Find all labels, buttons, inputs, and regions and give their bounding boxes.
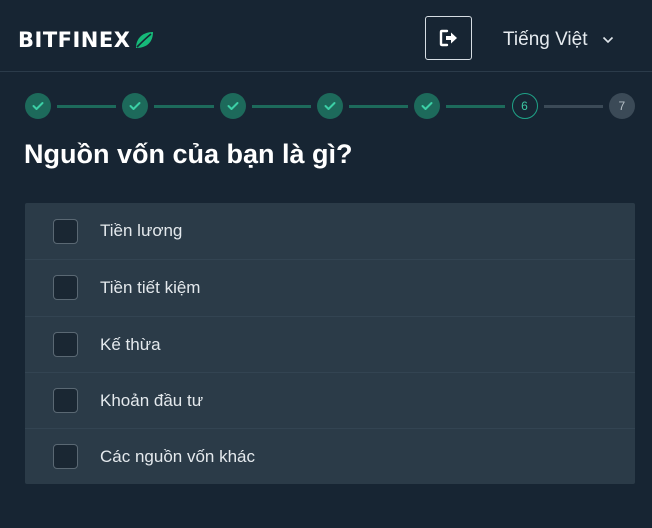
option-label: Các nguồn vốn khác bbox=[100, 446, 255, 466]
question-title: Nguồn vốn của bạn là gì? bbox=[24, 139, 353, 169]
step-6: 6 bbox=[511, 93, 538, 119]
logo-text: BITFINEX bbox=[18, 28, 131, 52]
leaf-icon bbox=[136, 32, 154, 48]
top-header: BITFINEX Tiếng Việt bbox=[0, 0, 652, 72]
checkbox[interactable] bbox=[53, 332, 78, 357]
sign-out-icon bbox=[439, 29, 457, 47]
step-1 bbox=[25, 93, 51, 119]
option-label: Tiền lương bbox=[100, 221, 183, 240]
language-label: Tiếng Việt bbox=[503, 29, 588, 50]
step-connector bbox=[446, 105, 506, 108]
step-connector bbox=[57, 105, 117, 108]
check-icon bbox=[129, 102, 141, 110]
step-2 bbox=[122, 93, 149, 119]
checkbox[interactable] bbox=[53, 444, 78, 469]
logout-button[interactable] bbox=[425, 16, 472, 60]
step-3 bbox=[219, 93, 246, 119]
option-label: Khoản đầu tư bbox=[100, 390, 204, 410]
step-connector bbox=[251, 105, 311, 108]
bitfinex-logo[interactable]: BITFINEX bbox=[18, 27, 155, 53]
chevron-down-icon bbox=[602, 36, 613, 44]
language-selector[interactable]: Tiếng Việt bbox=[503, 29, 614, 51]
step-7: 7 bbox=[608, 93, 635, 119]
check-icon bbox=[324, 102, 336, 110]
step-5 bbox=[414, 93, 441, 119]
progress-stepper: 67 bbox=[0, 92, 652, 120]
option-investment[interactable]: Khoản đầu tư bbox=[25, 372, 635, 428]
source-of-funds-options: Tiền lương Tiền tiết kiệm Kế thừa Khoản … bbox=[25, 203, 635, 484]
check-icon bbox=[32, 102, 44, 110]
check-icon bbox=[421, 102, 433, 110]
checkbox[interactable] bbox=[53, 388, 78, 413]
option-label: Kế thừa bbox=[100, 334, 161, 354]
option-salary[interactable]: Tiền lương bbox=[25, 203, 635, 259]
step-4 bbox=[316, 93, 343, 119]
step-connector bbox=[543, 105, 603, 108]
option-savings[interactable]: Tiền tiết kiệm bbox=[25, 259, 635, 315]
option-inheritance[interactable]: Kế thừa bbox=[25, 316, 635, 372]
checkbox[interactable] bbox=[53, 275, 78, 300]
step-number: 6 bbox=[521, 99, 528, 113]
check-icon bbox=[227, 102, 239, 110]
step-number: 7 bbox=[618, 99, 626, 113]
option-other-sources[interactable]: Các nguồn vốn khác bbox=[25, 428, 635, 484]
step-connector bbox=[154, 105, 214, 108]
option-label: Tiền tiết kiệm bbox=[100, 277, 201, 297]
step-connector bbox=[348, 105, 409, 108]
checkbox[interactable] bbox=[53, 218, 78, 244]
